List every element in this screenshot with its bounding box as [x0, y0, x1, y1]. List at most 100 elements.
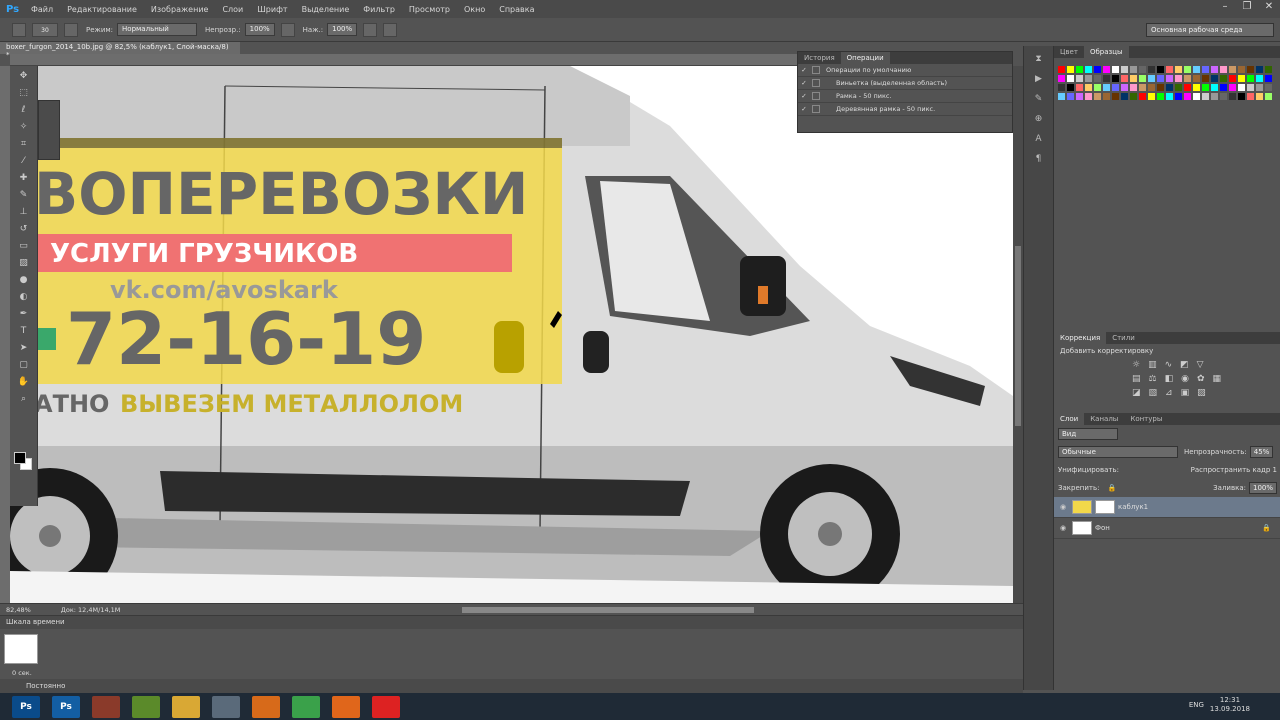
swatch[interactable] — [1148, 84, 1155, 91]
swatch[interactable] — [1076, 66, 1083, 73]
swatch[interactable] — [1184, 66, 1191, 73]
brush-tool-icon[interactable]: ✎ — [17, 188, 31, 202]
check-icon[interactable]: ✓ — [798, 79, 810, 87]
vertical-scroll-thumb[interactable] — [1015, 246, 1021, 426]
swatch[interactable] — [1193, 66, 1200, 73]
type-tool-icon[interactable]: T — [17, 324, 31, 338]
zoom-tool-icon[interactable]: ⌕ — [17, 392, 31, 406]
close-button[interactable]: ✕ — [1258, 0, 1280, 14]
swatch[interactable] — [1247, 75, 1254, 82]
swatch[interactable] — [1067, 93, 1074, 100]
curves-icon[interactable]: ∿ — [1165, 360, 1173, 370]
swatch[interactable] — [1211, 84, 1218, 91]
swatch[interactable] — [1067, 66, 1074, 73]
swatch[interactable] — [1148, 93, 1155, 100]
folder-taskbar-icon[interactable] — [172, 695, 200, 718]
swatch[interactable] — [1085, 84, 1092, 91]
layer-row[interactable]: ◉ каблук1 — [1054, 497, 1280, 518]
magic-wand-tool-icon[interactable]: ✧ — [17, 120, 31, 134]
swatch[interactable] — [1058, 84, 1065, 91]
language-indicator[interactable]: ENG — [1189, 701, 1204, 709]
foreground-color-swatch[interactable] — [14, 452, 26, 464]
move-tool-icon[interactable]: ✥ — [17, 69, 31, 83]
swatch[interactable] — [1229, 93, 1236, 100]
swatch[interactable] — [1202, 84, 1209, 91]
swatch[interactable] — [1103, 75, 1110, 82]
swatch[interactable] — [1202, 66, 1209, 73]
swatch[interactable] — [1112, 75, 1119, 82]
posterize-icon[interactable]: ▧ — [1149, 388, 1158, 398]
menu-view[interactable]: Просмотр — [402, 5, 457, 14]
swatch[interactable] — [1175, 75, 1182, 82]
swatch[interactable] — [1067, 75, 1074, 82]
brush-panel-icon[interactable] — [64, 22, 78, 37]
brightness-icon[interactable]: ☼ — [1132, 360, 1140, 370]
menu-window[interactable]: Окно — [457, 5, 492, 14]
swatch[interactable] — [1121, 75, 1128, 82]
marquee-tool-icon[interactable]: ⬚ — [17, 86, 31, 100]
loop-select[interactable]: Постоянно — [26, 682, 65, 690]
doc-size[interactable]: Док: 12,4M/14,1M — [61, 606, 121, 614]
swatch[interactable] — [1076, 75, 1083, 82]
swatch[interactable] — [1229, 84, 1236, 91]
brush-presets-icon[interactable]: ✎ — [1032, 92, 1046, 106]
swatch[interactable] — [1175, 66, 1182, 73]
photo-filter-icon[interactable]: ◉ — [1181, 374, 1189, 384]
swatch[interactable] — [1157, 66, 1164, 73]
brush-size-picker[interactable]: 30 — [32, 22, 58, 37]
restore-button[interactable]: ❐ — [1236, 0, 1258, 14]
swatch[interactable] — [1157, 75, 1164, 82]
action-row[interactable]: ✓ Виньетка (выделенная область) — [798, 77, 1012, 90]
swatch[interactable] — [1121, 84, 1128, 91]
notes-taskbar-icon[interactable] — [132, 695, 160, 718]
fill-input[interactable]: 100% — [1248, 482, 1277, 494]
check-icon[interactable]: ✓ — [798, 66, 810, 74]
swatch[interactable] — [1220, 75, 1227, 82]
swatch[interactable] — [1139, 93, 1146, 100]
layer-row[interactable]: ◉ Фон 🔒 — [1054, 518, 1280, 539]
swatch[interactable] — [1247, 93, 1254, 100]
swatch[interactable] — [1130, 84, 1137, 91]
swatch[interactable] — [1112, 84, 1119, 91]
pressure-select[interactable]: 100% — [327, 23, 358, 36]
dialog-toggle-icon[interactable] — [812, 66, 820, 74]
swatch[interactable] — [1184, 75, 1191, 82]
swatch[interactable] — [1184, 84, 1191, 91]
pen-tool-icon[interactable]: ✒ — [17, 307, 31, 321]
swatch[interactable] — [1112, 66, 1119, 73]
swatch[interactable] — [1139, 84, 1146, 91]
swatch[interactable] — [1193, 84, 1200, 91]
tab-color[interactable]: Цвет — [1054, 46, 1084, 58]
swatch[interactable] — [1103, 93, 1110, 100]
menu-image[interactable]: Изображение — [144, 5, 216, 14]
action-row[interactable]: ✓ Рамка - 50 пикс. — [798, 90, 1012, 103]
swatch[interactable] — [1193, 75, 1200, 82]
exposure-icon[interactable]: ◩ — [1180, 360, 1189, 370]
swatch[interactable] — [1265, 75, 1272, 82]
media-taskbar-icon[interactable] — [292, 695, 320, 718]
frame-time[interactable]: 0 сек. — [12, 669, 32, 677]
swatch[interactable] — [1193, 93, 1200, 100]
tool-taskbar-icon[interactable] — [212, 695, 240, 718]
swatch[interactable] — [1157, 93, 1164, 100]
eraser-tool-icon[interactable]: ▭ — [17, 239, 31, 253]
app-taskbar-icon[interactable] — [92, 695, 120, 718]
action-row[interactable]: ✓ Операции по умолчанию — [798, 64, 1012, 77]
gradient-map-icon[interactable]: ▨ — [1197, 388, 1206, 398]
actions-panel-icon[interactable]: ▶ — [1032, 72, 1046, 86]
swatch[interactable] — [1166, 66, 1173, 73]
menu-select[interactable]: Выделение — [295, 5, 357, 14]
path-select-tool-icon[interactable]: ➤ — [17, 341, 31, 355]
swatch[interactable] — [1247, 84, 1254, 91]
swatch[interactable] — [1202, 93, 1209, 100]
swatch[interactable] — [1076, 84, 1083, 91]
swatch[interactable] — [1220, 84, 1227, 91]
swatch[interactable] — [1175, 84, 1182, 91]
paragraph-panel-icon[interactable]: ¶ — [1032, 152, 1046, 166]
swatch[interactable] — [1103, 84, 1110, 91]
layer-opacity-input[interactable]: 45% — [1249, 446, 1274, 458]
blend-mode-select[interactable]: Обычные — [1058, 446, 1178, 458]
hue-icon[interactable]: ▤ — [1132, 374, 1141, 384]
swatch[interactable] — [1175, 93, 1182, 100]
eye-icon[interactable]: ◉ — [1054, 524, 1072, 532]
